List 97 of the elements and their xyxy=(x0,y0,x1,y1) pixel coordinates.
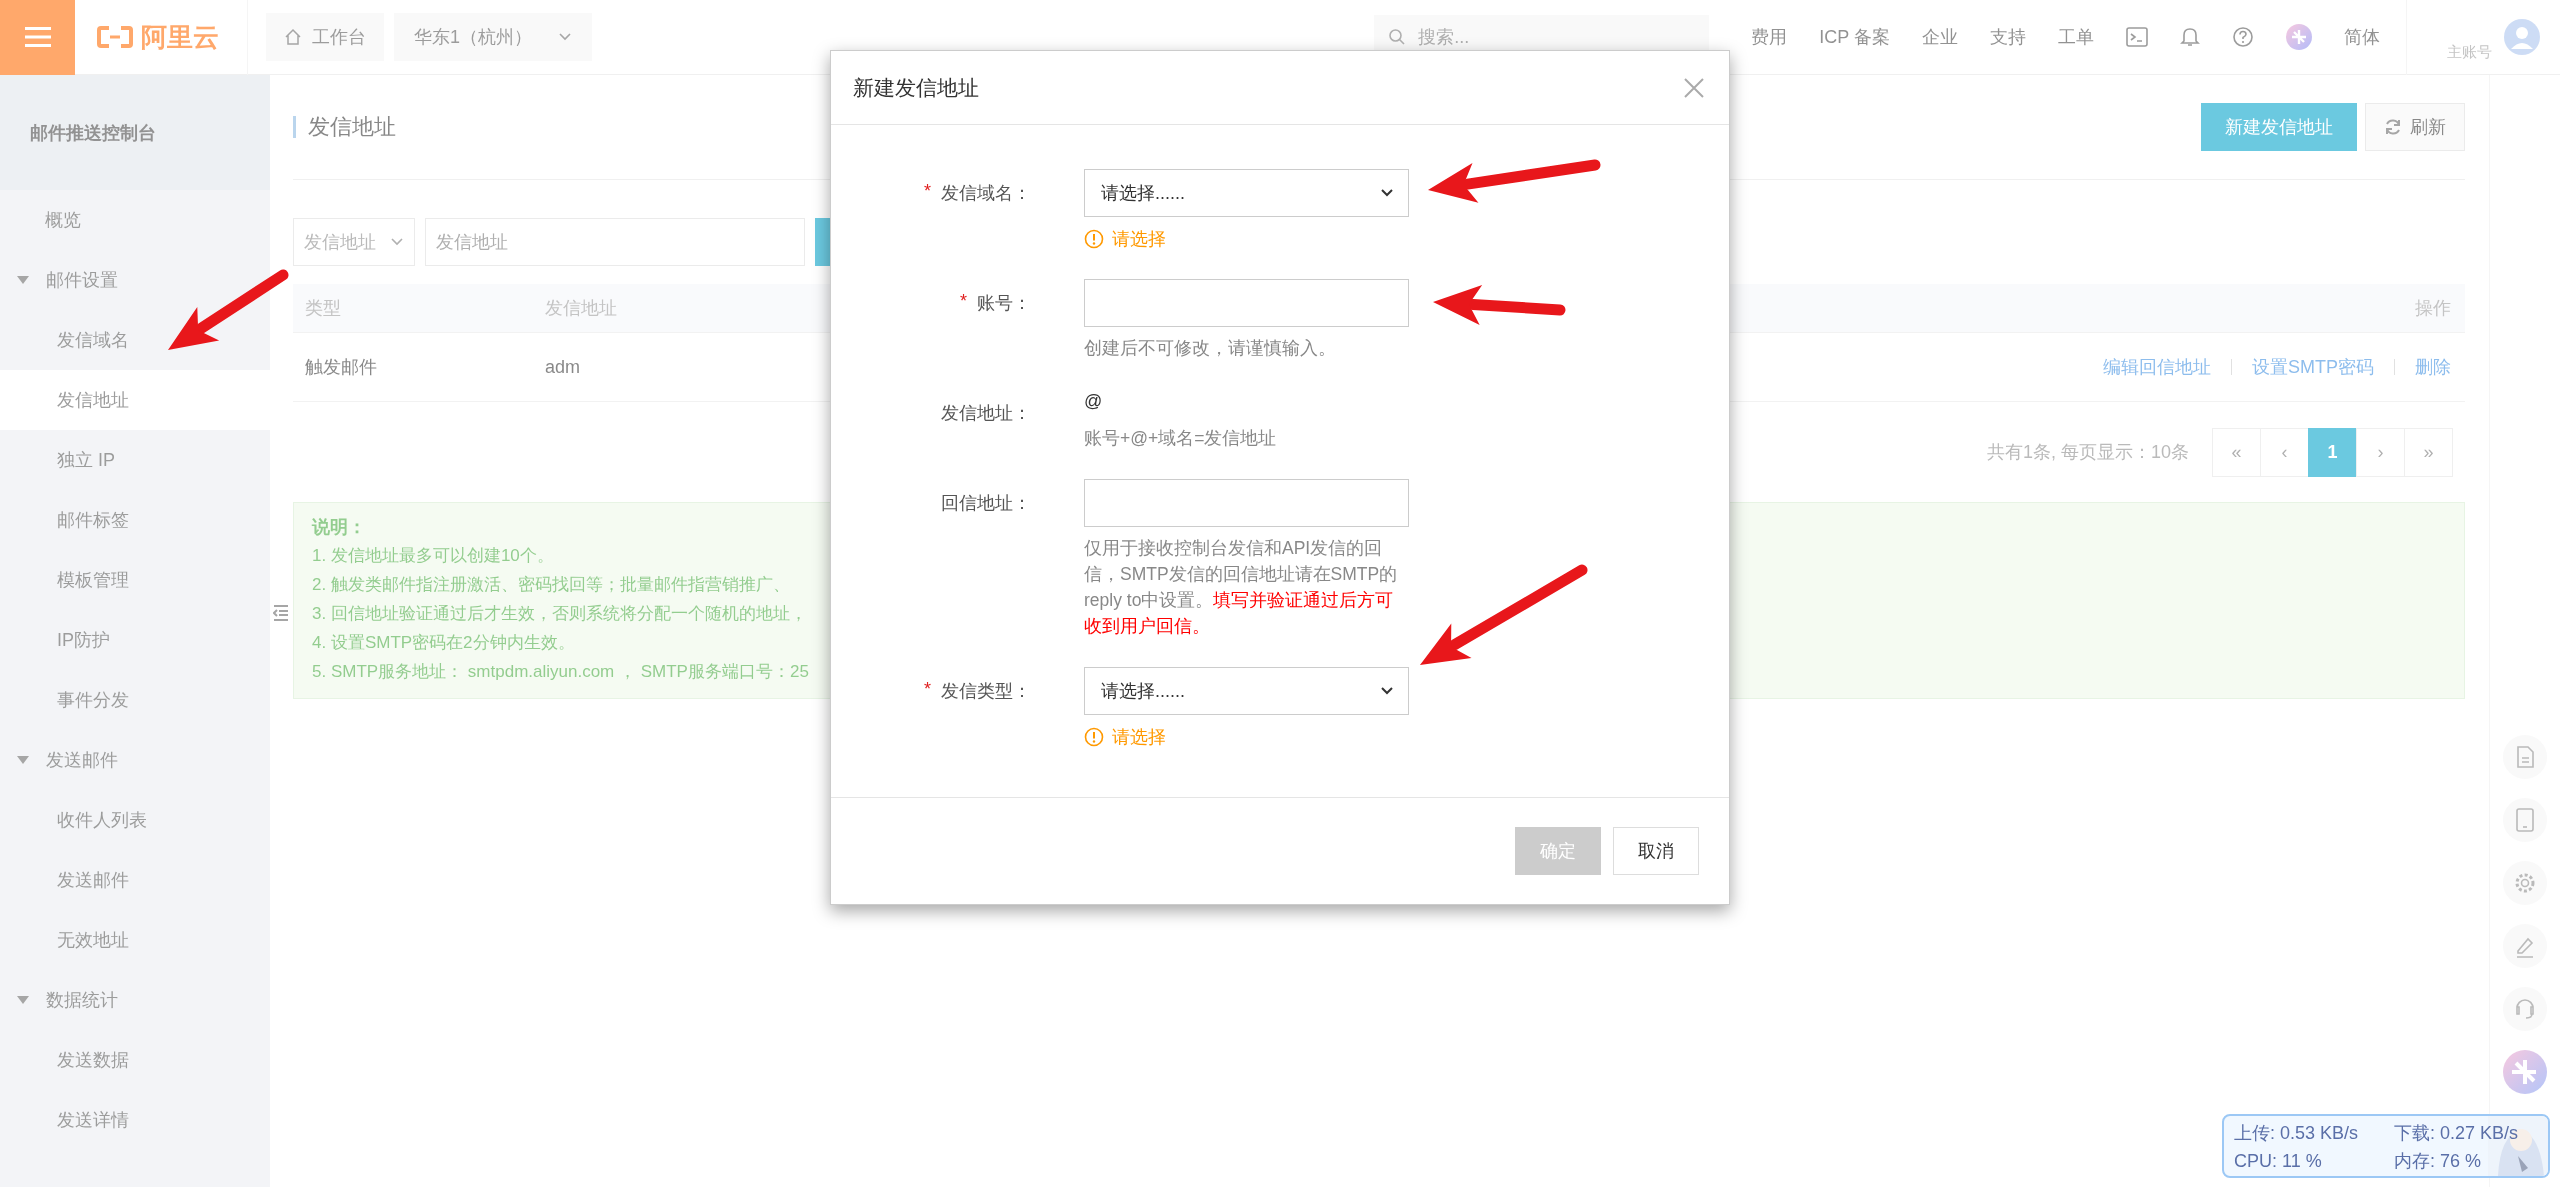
caret-icon xyxy=(16,995,30,1005)
caret-icon xyxy=(16,755,30,765)
chevron-down-icon xyxy=(1380,686,1394,696)
workbench-label: 工作台 xyxy=(312,26,366,49)
sidebar-group[interactable]: 邮件设置 xyxy=(0,250,270,310)
page-button[interactable]: › xyxy=(2356,427,2405,477)
sidebar-item[interactable]: 概览 xyxy=(0,190,270,250)
required-mark: * xyxy=(924,181,931,203)
sidebar-item[interactable]: 发送详情 xyxy=(0,1090,270,1150)
table-cell-text: 触发邮件 xyxy=(304,356,378,379)
action-link[interactable]: 设置SMTP密码 xyxy=(2252,355,2374,379)
caret-icon xyxy=(16,275,30,285)
monitor-reading: 内存: 76 % xyxy=(2394,1150,2483,1173)
sidebar-item[interactable]: 发信地址 xyxy=(0,370,270,430)
new-address-button[interactable]: 新建发信地址 xyxy=(2201,103,2357,151)
sidebar-title: 邮件推送控制台 xyxy=(0,75,270,190)
note-line: 4. 设置SMTP密码在2分钟内生效。 xyxy=(312,632,575,654)
sidebar-item[interactable]: 发信域名 xyxy=(0,310,270,370)
sidebar-item[interactable]: IP防护 xyxy=(0,610,270,670)
help-icon[interactable] xyxy=(2232,26,2254,48)
notes-title: 说明： xyxy=(312,516,366,539)
select-field[interactable]: 请选择...... xyxy=(1084,667,1409,715)
bell-icon[interactable] xyxy=(2180,26,2200,48)
page-button[interactable]: » xyxy=(2404,427,2453,477)
input-field[interactable] xyxy=(1084,279,1409,327)
note-line: 2. 触发类邮件指注册激活、密码找回等；批量邮件指营销推广、 xyxy=(312,574,790,596)
collapse-icon xyxy=(273,604,289,622)
help-text: 创建后不可修改，请谨慎输入。 xyxy=(1084,337,1337,360)
address-search-field[interactable]: 发信地址 xyxy=(425,218,805,266)
sidebar-item[interactable]: 无效地址 xyxy=(0,910,270,970)
menu-button[interactable] xyxy=(0,0,75,75)
sidebar-item[interactable]: 事件分发 xyxy=(0,670,270,730)
page-title: 发信地址 xyxy=(293,116,396,138)
field-label: 回信地址： xyxy=(941,492,1031,515)
account-type: 主账号 xyxy=(2447,42,2492,62)
sidebar-item[interactable]: 发送邮件 xyxy=(0,850,270,910)
chevron-down-icon xyxy=(558,32,572,42)
warning-icon xyxy=(1084,727,1104,747)
sidebar-item[interactable]: 邮件标签 xyxy=(0,490,270,550)
action-link[interactable]: 编辑回信地址 xyxy=(2103,355,2211,379)
nav-link[interactable]: ICP 备案 xyxy=(1819,25,1890,49)
avatar-icon[interactable] xyxy=(2504,19,2540,55)
required-mark: * xyxy=(960,291,967,313)
action-link[interactable]: 删除 xyxy=(2415,355,2451,379)
warning-icon xyxy=(1084,229,1104,249)
column-header: 发信地址 xyxy=(545,297,617,320)
refresh-icon xyxy=(2384,118,2402,136)
region-select[interactable]: 华东1（杭州） xyxy=(394,13,592,61)
language-link[interactable]: 简体 xyxy=(2344,25,2380,49)
note-line: 5. SMTP服务地址： smtpdm.aliyun.com ， SMTP服务端口号：25 xyxy=(312,661,809,683)
menu-icon xyxy=(24,26,51,48)
workbench-link[interactable]: 工作台 xyxy=(266,13,384,61)
help-text: 账号+@+域名=发信地址 xyxy=(1084,427,1278,450)
chevron-down-icon xyxy=(390,237,404,247)
filter-select[interactable]: 发信地址 xyxy=(293,218,415,266)
page-button[interactable]: 1 xyxy=(2308,427,2357,477)
help-text: 仅用于接收控制台发信和API发信的回信，SMTP发信的回信地址请在SMTP的reply to中设置。填写并验证通过后方可收到用户回信。 xyxy=(1084,537,1399,638)
sidebar-item[interactable]: 发送数据 xyxy=(0,1030,270,1090)
pagination-summary: 共有1条, 每页显示：10条 xyxy=(1986,441,2189,464)
dialog-title: 新建发信地址 xyxy=(853,74,979,101)
cancel-button[interactable]: 取消 xyxy=(1613,827,1699,875)
note-line: 3. 回信地址验证通过后才生效，否则系统将分配一个随机的地址， xyxy=(312,603,807,625)
field-label: 发信地址： xyxy=(941,402,1031,425)
column-header: 操作 xyxy=(2415,297,2452,320)
refresh-button[interactable]: 刷新 xyxy=(2365,103,2465,151)
sparkle-icon[interactable] xyxy=(2286,24,2312,50)
close-icon[interactable] xyxy=(1683,76,1705,99)
sidebar-group[interactable]: 数据统计 xyxy=(0,970,270,1030)
monitor-reading: CPU: 11 % xyxy=(2234,1150,2323,1173)
nav-link[interactable]: 工单 xyxy=(2058,25,2094,49)
terminal-icon[interactable] xyxy=(2126,27,2148,47)
field-label: 账号： xyxy=(977,292,1031,315)
required-mark: * xyxy=(924,679,931,701)
table-cell: adm xyxy=(545,356,580,378)
monitor-reading: 下载: 0.27 KB/s xyxy=(2394,1122,2520,1145)
brand-name: 阿里云 xyxy=(141,20,219,54)
nav-link[interactable]: 费用 xyxy=(1751,25,1788,49)
field-label: 发信类型： xyxy=(941,680,1031,703)
note-line: 1. 发信地址最多可以创建10个。 xyxy=(312,545,554,567)
error-message: 请选择 xyxy=(1112,228,1166,251)
sidebar-group[interactable]: 发送邮件 xyxy=(0,730,270,790)
column-header: 类型 xyxy=(304,297,342,320)
nav-link[interactable]: 企业 xyxy=(1922,25,1958,49)
select-field[interactable]: 请选择...... xyxy=(1084,169,1409,217)
field-label: 发信域名： xyxy=(941,182,1031,205)
monitor-reading: 上传: 0.53 KB/s xyxy=(2234,1122,2360,1145)
logo-icon xyxy=(97,26,133,48)
page-button[interactable]: « xyxy=(2212,427,2261,477)
field-value: @ xyxy=(1084,390,1104,413)
input-field[interactable] xyxy=(1084,479,1409,527)
home-icon xyxy=(284,28,302,46)
sidebar-item[interactable]: 独立 IP xyxy=(0,430,270,490)
error-message: 请选择 xyxy=(1112,726,1166,749)
sidebar-item[interactable]: 模板管理 xyxy=(0,550,270,610)
sidebar-item[interactable]: 收件人列表 xyxy=(0,790,270,850)
chevron-down-icon xyxy=(1380,188,1394,198)
nav-link[interactable]: 支持 xyxy=(1990,25,2026,49)
